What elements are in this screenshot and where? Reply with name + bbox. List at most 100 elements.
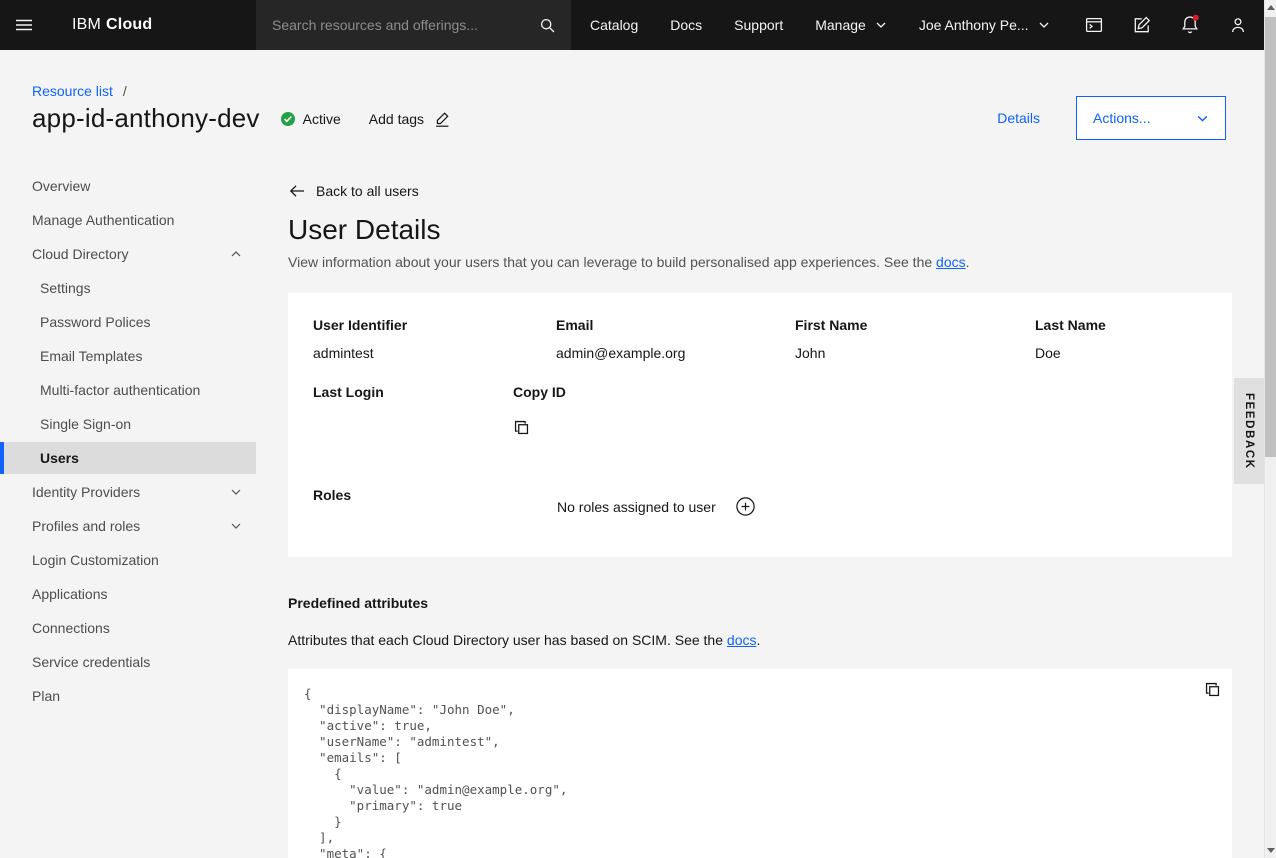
user-fields-row: User Identifier admintest Email admin@ex… (313, 318, 1208, 361)
field-last-name: Last Name Doe (1035, 318, 1208, 361)
breadcrumb-separator: / (123, 83, 127, 99)
menu-icon[interactable] (0, 0, 48, 50)
header-nav: Catalog Docs Support Manage Joe Anthony … (574, 0, 1066, 50)
add-role-button[interactable] (736, 497, 755, 516)
sidebar-item-service-credentials[interactable]: Service credentials (0, 646, 256, 678)
global-search (256, 0, 571, 50)
nav-catalog[interactable]: Catalog (574, 0, 654, 50)
chevron-down-icon (1038, 19, 1050, 31)
copy-icon (513, 419, 530, 436)
web-terminal-icon (1084, 15, 1104, 35)
user-details-card: User Identifier admintest Email admin@ex… (288, 293, 1232, 557)
field-label: User Identifier (313, 318, 556, 333)
plus-circle-icon (736, 497, 755, 516)
field-value: admin@example.org (556, 346, 795, 361)
copy-id-block: Copy ID (513, 385, 566, 439)
predefined-attributes-description: Attributes that each Cloud Directory use… (288, 632, 1232, 648)
nav-docs[interactable]: Docs (654, 0, 718, 50)
sidebar-item-manage-authentication[interactable]: Manage Authentication (0, 204, 256, 236)
last-login-label: Last Login (313, 385, 513, 439)
page-scrollbar[interactable] (1264, 0, 1276, 858)
edit-feedback-button[interactable] (1118, 0, 1166, 50)
brand-ibm: IBM (72, 16, 101, 34)
predefined-attributes-title: Predefined attributes (288, 595, 1232, 611)
nav-manage-menu[interactable]: Manage (799, 0, 903, 50)
search-button[interactable] (523, 0, 571, 50)
ibm-cloud-logo[interactable]: IBM Cloud (72, 0, 152, 50)
code-line: "displayName": "John Doe", (304, 702, 1216, 718)
field-user-identifier: User Identifier admintest (313, 318, 556, 361)
code-line: { (304, 766, 1216, 782)
code-line: { (304, 686, 1216, 702)
avatar-icon (1228, 15, 1248, 35)
field-label: Email (556, 318, 795, 333)
field-label: First Name (795, 318, 1035, 333)
profile-button[interactable] (1214, 0, 1262, 50)
sidebar-item-single-sign-on[interactable]: Single Sign-on (0, 408, 256, 440)
search-input[interactable] (256, 0, 523, 50)
notification-dot (1193, 15, 1199, 21)
section-title: User Details (288, 213, 1232, 247)
global-header: IBM Cloud Catalog Docs Support Manage Jo… (0, 0, 1276, 50)
sidebar-item-login-customization[interactable]: Login Customization (0, 544, 256, 576)
field-first-name: First Name John (795, 318, 1035, 361)
add-tags-button[interactable]: Add tags (369, 110, 451, 128)
check-circle-icon (280, 111, 296, 127)
sidebar-item-overview[interactable]: Overview (0, 170, 256, 202)
scrollbar-thumb[interactable] (1265, 17, 1276, 457)
brand-cloud: Cloud (106, 16, 152, 34)
sidebar-item-multi-factor-authentication[interactable]: Multi-factor authentication (0, 374, 256, 406)
sidebar-item-connections[interactable]: Connections (0, 612, 256, 644)
hamburger-icon (14, 15, 34, 35)
field-email: Email admin@example.org (556, 318, 795, 361)
code-line: "primary": true (304, 798, 1216, 814)
no-roles-text: No roles assigned to user (557, 499, 716, 515)
service-sidebar: Overview Manage Authentication Cloud Dir… (0, 170, 256, 858)
sidebar-item-users[interactable]: Users (0, 442, 256, 474)
sidebar-item-identity-providers[interactable]: Identity Providers (0, 476, 256, 508)
code-line: "meta": { (304, 846, 1216, 858)
code-line: ], (304, 830, 1216, 846)
nav-support[interactable]: Support (718, 0, 799, 50)
sidebar-item-applications[interactable]: Applications (0, 578, 256, 610)
notifications-button[interactable] (1166, 0, 1214, 50)
copy-id-button[interactable] (513, 419, 530, 439)
status-badge: Active (280, 111, 341, 127)
chevron-down-icon (228, 518, 244, 534)
details-link[interactable]: Details (997, 110, 1040, 126)
chevron-down-icon (1196, 112, 1209, 125)
code-line: } (304, 814, 1216, 830)
copy-icon (1204, 681, 1221, 698)
roles-row: Roles No roles assigned to user (313, 488, 1208, 516)
sidebar-item-profiles-and-roles[interactable]: Profiles and roles (0, 510, 256, 542)
login-copy-row: Last Login Copy ID (313, 385, 1208, 439)
code-line: "active": true, (304, 718, 1216, 734)
web-terminal-button[interactable] (1070, 0, 1118, 50)
actions-dropdown[interactable]: Actions... (1076, 96, 1226, 140)
breadcrumb-resource-list[interactable]: Resource list (32, 83, 113, 99)
scrollbar-down-arrow-icon[interactable] (1267, 848, 1275, 853)
resource-title-row: app-id-anthony-dev Active Add tags (32, 103, 451, 134)
copy-snippet-button[interactable] (1204, 681, 1221, 701)
chevron-down-icon (228, 484, 244, 500)
docs-link[interactable]: docs (727, 632, 757, 648)
arrow-left-icon (288, 182, 306, 200)
copy-id-label: Copy ID (513, 385, 566, 400)
sidebar-item-password-polices[interactable]: Password Polices (0, 306, 256, 338)
docs-link[interactable]: docs (936, 254, 966, 270)
user-details-content: Back to all users User Details View info… (288, 170, 1232, 858)
nav-account-menu[interactable]: Joe Anthony Pe... (903, 0, 1066, 50)
field-label: Last Name (1035, 318, 1208, 333)
resource-page-header: Resource list / app-id-anthony-dev Activ… (0, 50, 1276, 170)
sidebar-item-email-templates[interactable]: Email Templates (0, 340, 256, 372)
roles-label: Roles (313, 488, 557, 503)
feedback-tab[interactable]: FEEDBACK (1234, 378, 1264, 484)
status-label: Active (303, 111, 341, 127)
sidebar-item-plan[interactable]: Plan (0, 680, 256, 712)
scrollbar-up-arrow-icon[interactable] (1267, 5, 1275, 10)
sidebar-item-cloud-directory[interactable]: Cloud Directory (0, 238, 256, 270)
sidebar-item-settings[interactable]: Settings (0, 272, 256, 304)
edit-icon (1132, 15, 1152, 35)
scim-json-snippet: { "displayName": "John Doe", "active": t… (288, 669, 1232, 858)
back-to-all-users-link[interactable]: Back to all users (288, 182, 419, 200)
